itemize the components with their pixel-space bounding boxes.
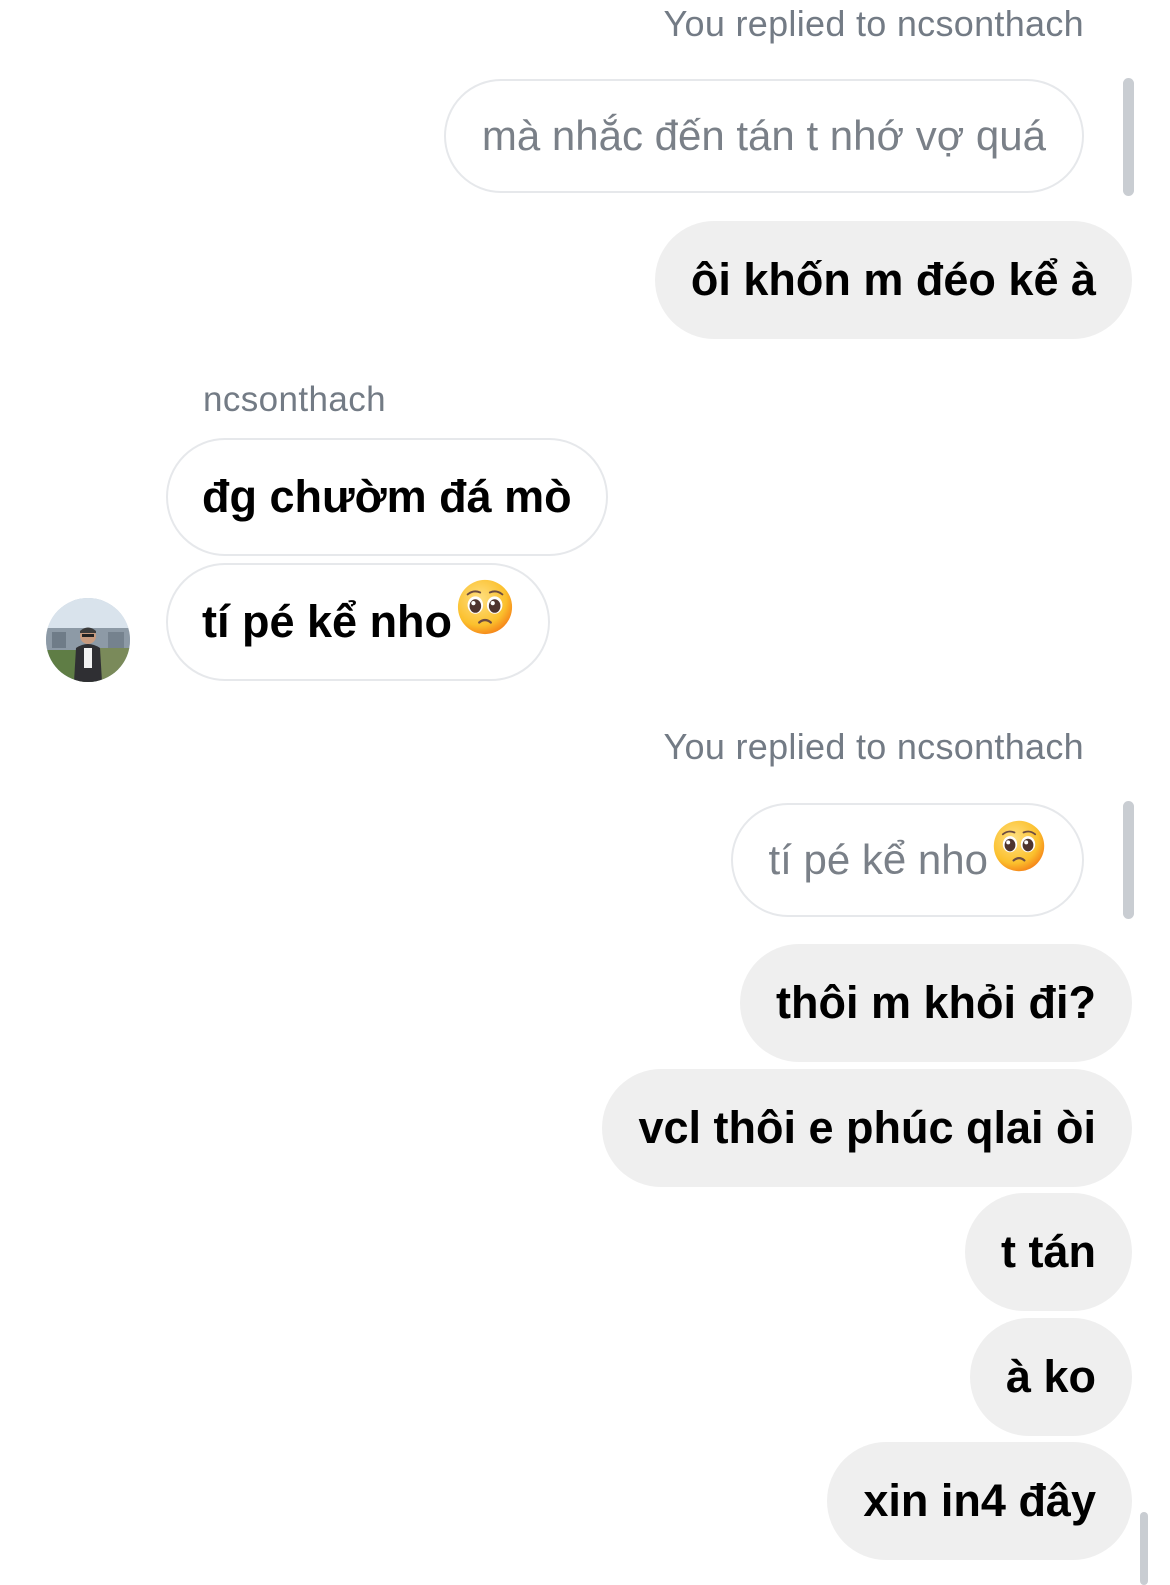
outgoing-message[interactable]: ôi khốn m đéo kể à	[654, 221, 1132, 339]
outgoing-message[interactable]: xin in4 đây	[827, 1442, 1132, 1560]
outgoing-message[interactable]: t tán	[965, 1193, 1132, 1311]
outgoing-message[interactable]: thôi m khỏi đi?	[740, 944, 1132, 1062]
pleading-face-icon	[992, 804, 1046, 914]
outgoing-message[interactable]: vcl thôi e phúc qlai òi	[602, 1069, 1132, 1187]
quote-bar	[1123, 801, 1134, 919]
scrollbar[interactable]	[1140, 1512, 1148, 1585]
incoming-message[interactable]: tí pé kể nho	[166, 563, 551, 681]
message-text: xin in4 đây	[863, 1475, 1096, 1526]
message-text: t tán	[1001, 1226, 1096, 1277]
pleading-face-icon	[456, 564, 514, 678]
message-text: đg chườm đá mò	[202, 471, 572, 522]
reply-header: You replied to ncsonthach	[663, 3, 1084, 44]
quote-bar	[1123, 78, 1134, 196]
avatar[interactable]	[46, 598, 130, 682]
outgoing-message[interactable]: à ko	[969, 1318, 1132, 1436]
quoted-message[interactable]: mà nhắc đến tán t nhớ vợ quá	[443, 79, 1084, 193]
reply-header: You replied to ncsonthach	[663, 726, 1084, 767]
sender-name: ncsonthach	[203, 380, 387, 419]
message-text: à ko	[1005, 1351, 1096, 1402]
quoted-message[interactable]: tí pé kể nho	[730, 803, 1084, 917]
incoming-message[interactable]: đg chườm đá mò	[166, 438, 608, 556]
message-text: vcl thôi e phúc qlai òi	[638, 1102, 1096, 1153]
quoted-message-text: mà nhắc đến tán t nhớ vợ quá	[481, 112, 1046, 159]
message-text: tí pé kể nho	[202, 596, 453, 647]
message-text: thôi m khỏi đi?	[776, 977, 1096, 1028]
quoted-message-text: tí pé kể nho	[768, 836, 989, 883]
message-text: ôi khốn m đéo kể à	[690, 254, 1096, 305]
